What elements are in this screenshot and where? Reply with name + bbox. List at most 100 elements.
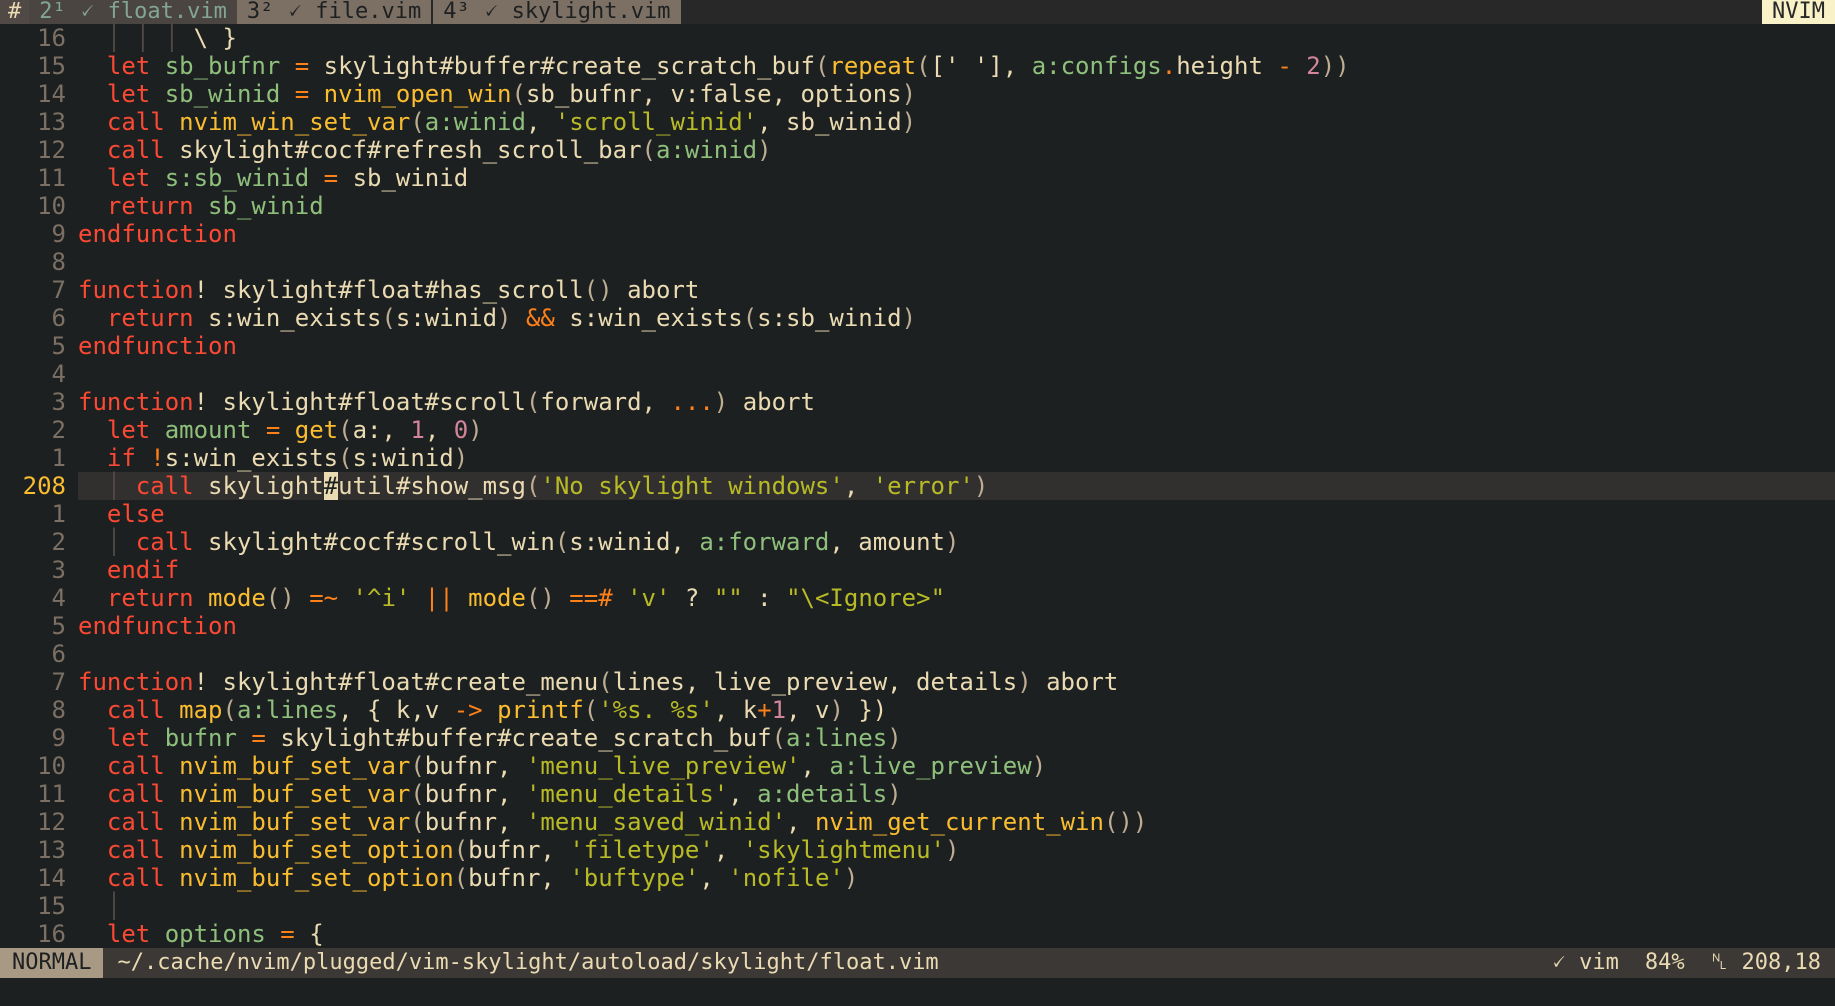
tabline: # 2¹ 🗸 float.vim 3² 🗸 file.vim 4³ 🗸 skyl… — [0, 0, 1835, 24]
code-line[interactable]: 2 │ call skylight#cocf#scroll_win(s:wini… — [0, 528, 1835, 556]
code-line[interactable]: 7 function! skylight#float#create_menu(li… — [0, 668, 1835, 696]
code-line[interactable]: 4 — [0, 360, 1835, 388]
line-text[interactable]: endfunction — [78, 612, 1835, 640]
code-token: , — [713, 836, 743, 864]
code-token: │ — [78, 892, 122, 920]
code-line[interactable]: 16 │ │ │ \ } — [0, 24, 1835, 52]
code-line[interactable]: 16 let options = { — [0, 920, 1835, 948]
line-text[interactable]: let s:sb_winid = sb_winid — [78, 164, 1835, 192]
code-token: if — [78, 444, 151, 472]
command-line[interactable] — [0, 978, 1835, 1006]
line-text[interactable] — [78, 640, 1835, 668]
line-text[interactable]: let amount = get(a:, 1, 0) — [78, 416, 1835, 444]
line-text[interactable]: let options = { — [78, 920, 1835, 948]
line-text[interactable]: else — [78, 500, 1835, 528]
code-line[interactable]: 208 │ call skylight#util#show_msg('No sk… — [0, 472, 1835, 500]
line-text[interactable]: call nvim_buf_set_var(bufnr, 'menu_live_… — [78, 752, 1835, 780]
code-token: ) — [468, 416, 483, 444]
code-line[interactable]: 5 endfunction — [0, 612, 1835, 640]
code-token: a:, — [352, 416, 411, 444]
code-token: nvim_open_win — [323, 80, 512, 108]
code-line[interactable]: 6 return s:win_exists(s:winid) && s:win_… — [0, 304, 1835, 332]
code-line[interactable]: 1 else — [0, 500, 1835, 528]
line-text[interactable]: call nvim_buf_set_option(bufnr, 'buftype… — [78, 864, 1835, 892]
code-line[interactable]: 1 if !s:win_exists(s:winid) — [0, 444, 1835, 472]
code-token: 'skylightmenu' — [742, 836, 946, 864]
code-line[interactable]: 15 │ — [0, 892, 1835, 920]
code-line[interactable]: 4 return mode() =~ '^i' || mode() ==# 'v… — [0, 584, 1835, 612]
code-token: sb_winid — [208, 192, 324, 220]
line-text[interactable]: call map(a:lines, { k,v -> printf('%s. %… — [78, 696, 1835, 724]
line-number: 13 — [37, 108, 66, 136]
code-line[interactable]: 6 — [0, 640, 1835, 668]
line-number: 3 — [51, 556, 66, 584]
line-text[interactable]: return s:win_exists(s:winid) && s:win_ex… — [78, 304, 1835, 332]
code-token: ! skylight#float#has_scroll — [193, 276, 584, 304]
code-line[interactable]: 13 call nvim_buf_set_option(bufnr, 'file… — [0, 836, 1835, 864]
line-text[interactable]: │ call skylight#cocf#scroll_win(s:winid,… — [78, 528, 1835, 556]
line-number: 16 — [37, 920, 66, 948]
line-text[interactable]: endfunction — [78, 332, 1835, 360]
code-line[interactable]: 3 endif — [0, 556, 1835, 584]
code-token: 'error' — [872, 472, 974, 500]
line-text[interactable]: │ — [78, 892, 1835, 920]
code-line[interactable]: 7 function! skylight#float#has_scroll() a… — [0, 276, 1835, 304]
line-text[interactable]: call nvim_buf_set_option(bufnr, 'filetyp… — [78, 836, 1835, 864]
tab-file-vim[interactable]: 3² 🗸 file.vim — [236, 0, 434, 24]
line-text[interactable]: endfunction — [78, 220, 1835, 248]
code-token: && — [511, 304, 570, 332]
code-line[interactable]: 11 let s:sb_winid = sb_winid — [0, 164, 1835, 192]
code-line[interactable]: 12 call skylight#cocf#refresh_scroll_bar… — [0, 136, 1835, 164]
line-text[interactable]: call nvim_buf_set_var(bufnr, 'menu_saved… — [78, 808, 1835, 836]
line-text[interactable]: let sb_bufnr = skylight#buffer#create_sc… — [78, 52, 1835, 80]
line-text[interactable]: endif — [78, 556, 1835, 584]
code-token: , k — [713, 696, 758, 724]
code-line[interactable]: 10 return sb_winid — [0, 192, 1835, 220]
code-line[interactable]: 14 call nvim_buf_set_option(bufnr, 'buft… — [0, 864, 1835, 892]
code-line[interactable]: 14 let sb_winid = nvim_open_win(sb_bufnr… — [0, 80, 1835, 108]
code-line[interactable]: 2 let amount = get(a:, 1, 0) — [0, 416, 1835, 444]
code-line[interactable]: 8 — [0, 248, 1835, 276]
line-text[interactable]: let bufnr = skylight#buffer#create_scrat… — [78, 724, 1835, 752]
code-line[interactable]: 9 endfunction — [0, 220, 1835, 248]
line-text[interactable]: call nvim_buf_set_var(bufnr, 'menu_detai… — [78, 780, 1835, 808]
code-line[interactable]: 13 call nvim_win_set_var(a:winid, 'scrol… — [0, 108, 1835, 136]
line-text[interactable] — [78, 360, 1835, 388]
line-text[interactable]: function! skylight#float#has_scroll() ab… — [78, 276, 1835, 304]
line-number: 11 — [37, 164, 66, 192]
line-text[interactable]: let sb_winid = nvim_open_win(sb_bufnr, v… — [78, 80, 1835, 108]
line-text[interactable]: return sb_winid — [78, 192, 1835, 220]
line-text[interactable]: call skylight#cocf#refresh_scroll_bar(a:… — [78, 136, 1835, 164]
line-text[interactable]: return mode() =~ '^i' || mode() ==# 'v' … — [78, 584, 1835, 612]
line-text[interactable]: function! skylight#float#create_menu(lin… — [78, 668, 1835, 696]
code-line[interactable]: 3 function! skylight#float#scroll(forward… — [0, 388, 1835, 416]
code-line[interactable]: 15 let sb_bufnr = skylight#buffer#create… — [0, 52, 1835, 80]
code-token: a:details — [757, 780, 888, 808]
line-text[interactable]: function! skylight#float#scroll(forward,… — [78, 388, 1835, 416]
code-line[interactable]: 12 call nvim_buf_set_var(bufnr, 'menu_sa… — [0, 808, 1835, 836]
code-token: call — [78, 780, 180, 808]
line-text[interactable]: call nvim_win_set_var(a:winid, 'scroll_w… — [78, 108, 1835, 136]
code-token: ( — [338, 416, 353, 444]
code-line[interactable]: 5 endfunction — [0, 332, 1835, 360]
code-token: , — [786, 808, 815, 836]
line-number: 5 — [51, 332, 66, 360]
line-text[interactable]: if !s:win_exists(s:winid) — [78, 444, 1835, 472]
code-line[interactable]: 10 call nvim_buf_set_var(bufnr, 'menu_li… — [0, 752, 1835, 780]
code-token: ) — [453, 444, 469, 472]
code-token: ( — [410, 752, 425, 780]
code-line[interactable]: 9 let bufnr = skylight#buffer#create_scr… — [0, 724, 1835, 752]
tab-skylight-vim[interactable]: 4³ 🗸 skylight.vim — [433, 0, 683, 24]
code-line[interactable]: 8 call map(a:lines, { k,v -> printf('%s.… — [0, 696, 1835, 724]
tab-float-vim[interactable]: 2¹ 🗸 float.vim — [29, 0, 237, 24]
code-token: = — [309, 164, 353, 192]
editor-buffer[interactable]: 16 │ │ │ \ } 15 let sb_bufnr = skylight#b… — [0, 24, 1835, 948]
code-token: 1 — [771, 696, 787, 724]
code-token: ! skylight#float#create_menu — [193, 668, 599, 696]
code-token: sb_winid — [164, 80, 281, 108]
code-line[interactable]: 11 call nvim_buf_set_var(bufnr, 'menu_de… — [0, 780, 1835, 808]
line-text[interactable] — [78, 248, 1835, 276]
line-text[interactable]: │ │ │ \ } — [78, 24, 1835, 52]
line-text[interactable]: │ call skylight#util#show_msg('No skylig… — [78, 472, 1835, 500]
code-token: ) — [944, 528, 960, 556]
